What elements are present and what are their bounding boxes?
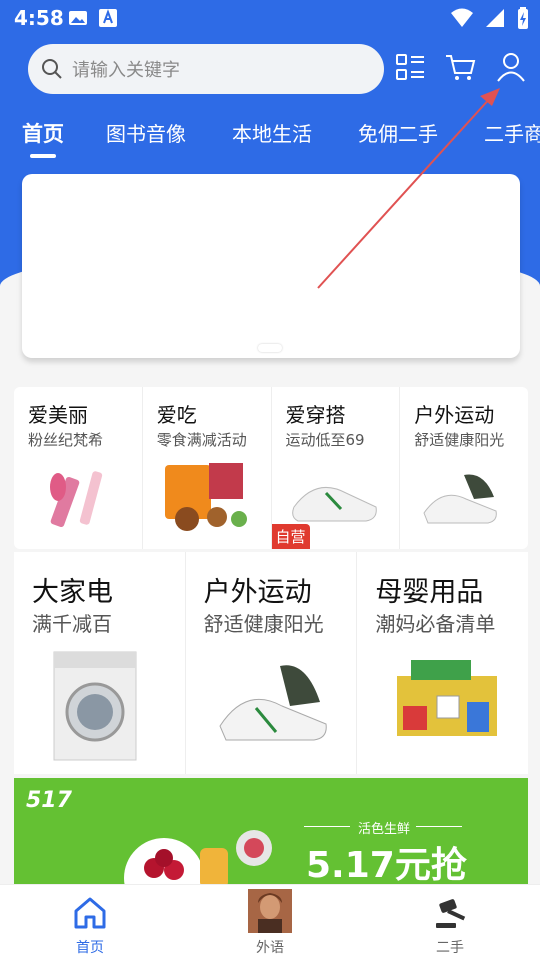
category-title: 爱美丽 bbox=[28, 403, 88, 427]
tab-local-life[interactable]: 本地生活 bbox=[232, 118, 312, 147]
tab-free-secondhand[interactable]: 免佣二手 bbox=[358, 118, 438, 147]
category-subtitle: 满千减百 bbox=[32, 612, 112, 636]
face-image bbox=[258, 893, 282, 933]
status-time: 4:58 bbox=[14, 6, 64, 30]
list-icon[interactable] bbox=[394, 50, 428, 84]
banner-carousel[interactable] bbox=[22, 174, 520, 358]
image-icon bbox=[69, 11, 87, 25]
category-fashion[interactable]: 爱穿搭 运动低至69 自营 bbox=[271, 387, 401, 549]
lego-toy-image bbox=[397, 660, 498, 736]
fresh-food-image bbox=[124, 830, 272, 898]
text-icon bbox=[99, 9, 117, 27]
tab-home[interactable]: 首页 bbox=[22, 118, 64, 148]
cart-icon[interactable] bbox=[444, 50, 478, 84]
category-subtitle: 零食满减活动 bbox=[156, 431, 247, 449]
category-outdoor-small[interactable]: 户外运动 舒适健康阳光 bbox=[400, 387, 528, 549]
category-food[interactable]: 爱吃 零食满减活动 bbox=[143, 387, 272, 549]
user-icon[interactable] bbox=[494, 50, 528, 84]
category-subtitle: 潮妈必备清单 bbox=[375, 612, 496, 636]
category-title: 户外运动 bbox=[414, 403, 495, 427]
wifi-icon bbox=[451, 8, 473, 27]
category-appliances[interactable]: 大家电 满千减百 bbox=[14, 552, 186, 774]
promo-divider-right bbox=[416, 826, 462, 827]
sneakers-pair-image bbox=[219, 665, 327, 741]
status-system-icons bbox=[450, 6, 530, 30]
category-baby[interactable]: 母婴用品 潮妈必备清单 bbox=[357, 552, 528, 774]
category-outdoor-large[interactable]: 户外运动 舒适健康阳光 bbox=[186, 552, 358, 774]
self-operated-badge: 自营 bbox=[271, 524, 310, 549]
category-subtitle: 舒适健康阳光 bbox=[414, 431, 505, 449]
promo-divider-left bbox=[304, 826, 350, 827]
nav-label: 外语 bbox=[256, 940, 284, 956]
signal-icon bbox=[486, 9, 504, 27]
category-subtitle: 运动低至69 bbox=[285, 431, 365, 449]
promo-subtitle: 活色生鲜 bbox=[358, 822, 411, 837]
category-title: 大家电 bbox=[32, 577, 113, 608]
snacks-image bbox=[164, 463, 247, 531]
category-title: 爱穿搭 bbox=[285, 403, 346, 427]
category-subtitle: 粉丝纪梵希 bbox=[28, 431, 104, 449]
header-actions bbox=[394, 50, 528, 84]
bottom-navigation: 首页 外语 二手 bbox=[0, 884, 540, 961]
category-grid-small: 爱美丽 粉丝纪梵希 爱吃 零食满减活动 爱穿搭 运动低至69 自营 户外运动 舒… bbox=[14, 387, 528, 549]
nav-foreign-language[interactable]: 外语 bbox=[180, 885, 360, 961]
category-tabs: 首页 图书音像 本地生活 免佣二手 二手商 bbox=[0, 110, 540, 160]
battery-icon bbox=[518, 7, 528, 29]
promo-title: 5.17元抢 bbox=[306, 845, 467, 886]
promo-banner[interactable]: 517 活色生鲜 5.17元抢 bbox=[14, 778, 528, 898]
status-bar: 4:58 bbox=[0, 0, 540, 36]
tab-books[interactable]: 图书音像 bbox=[106, 118, 186, 147]
status-notification-icons bbox=[68, 8, 118, 28]
category-beauty[interactable]: 爱美丽 粉丝纪梵希 bbox=[14, 387, 143, 549]
washing-machine-image bbox=[53, 651, 137, 761]
avatar-image bbox=[248, 889, 292, 933]
category-title: 母婴用品 bbox=[375, 577, 484, 608]
nav-home[interactable]: 首页 bbox=[0, 885, 180, 961]
category-subtitle: 舒适健康阳光 bbox=[203, 612, 324, 636]
search-icon bbox=[42, 59, 62, 79]
category-grid-large: 大家电 满千减百 户外运动 舒适健康阳光 母婴用品 潮妈必备清单 bbox=[14, 552, 528, 774]
category-title: 爱吃 bbox=[156, 403, 197, 427]
lipstick-image bbox=[50, 471, 103, 528]
tab-indicator bbox=[30, 154, 56, 158]
tab-secondhand[interactable]: 二手商 bbox=[484, 118, 540, 147]
nav-label: 首页 bbox=[76, 940, 104, 956]
nav-secondhand[interactable]: 二手 bbox=[360, 885, 540, 961]
promo-logo: 517 bbox=[26, 788, 72, 813]
category-title: 户外运动 bbox=[203, 577, 312, 608]
gavel-icon bbox=[436, 899, 466, 928]
shoes-image bbox=[423, 474, 498, 524]
nav-label: 二手 bbox=[436, 940, 464, 956]
search-placeholder: 请输入关键字 bbox=[72, 60, 180, 81]
search-input[interactable]: 请输入关键字 bbox=[28, 44, 384, 94]
carousel-dot bbox=[258, 344, 282, 352]
home-icon bbox=[74, 897, 106, 929]
